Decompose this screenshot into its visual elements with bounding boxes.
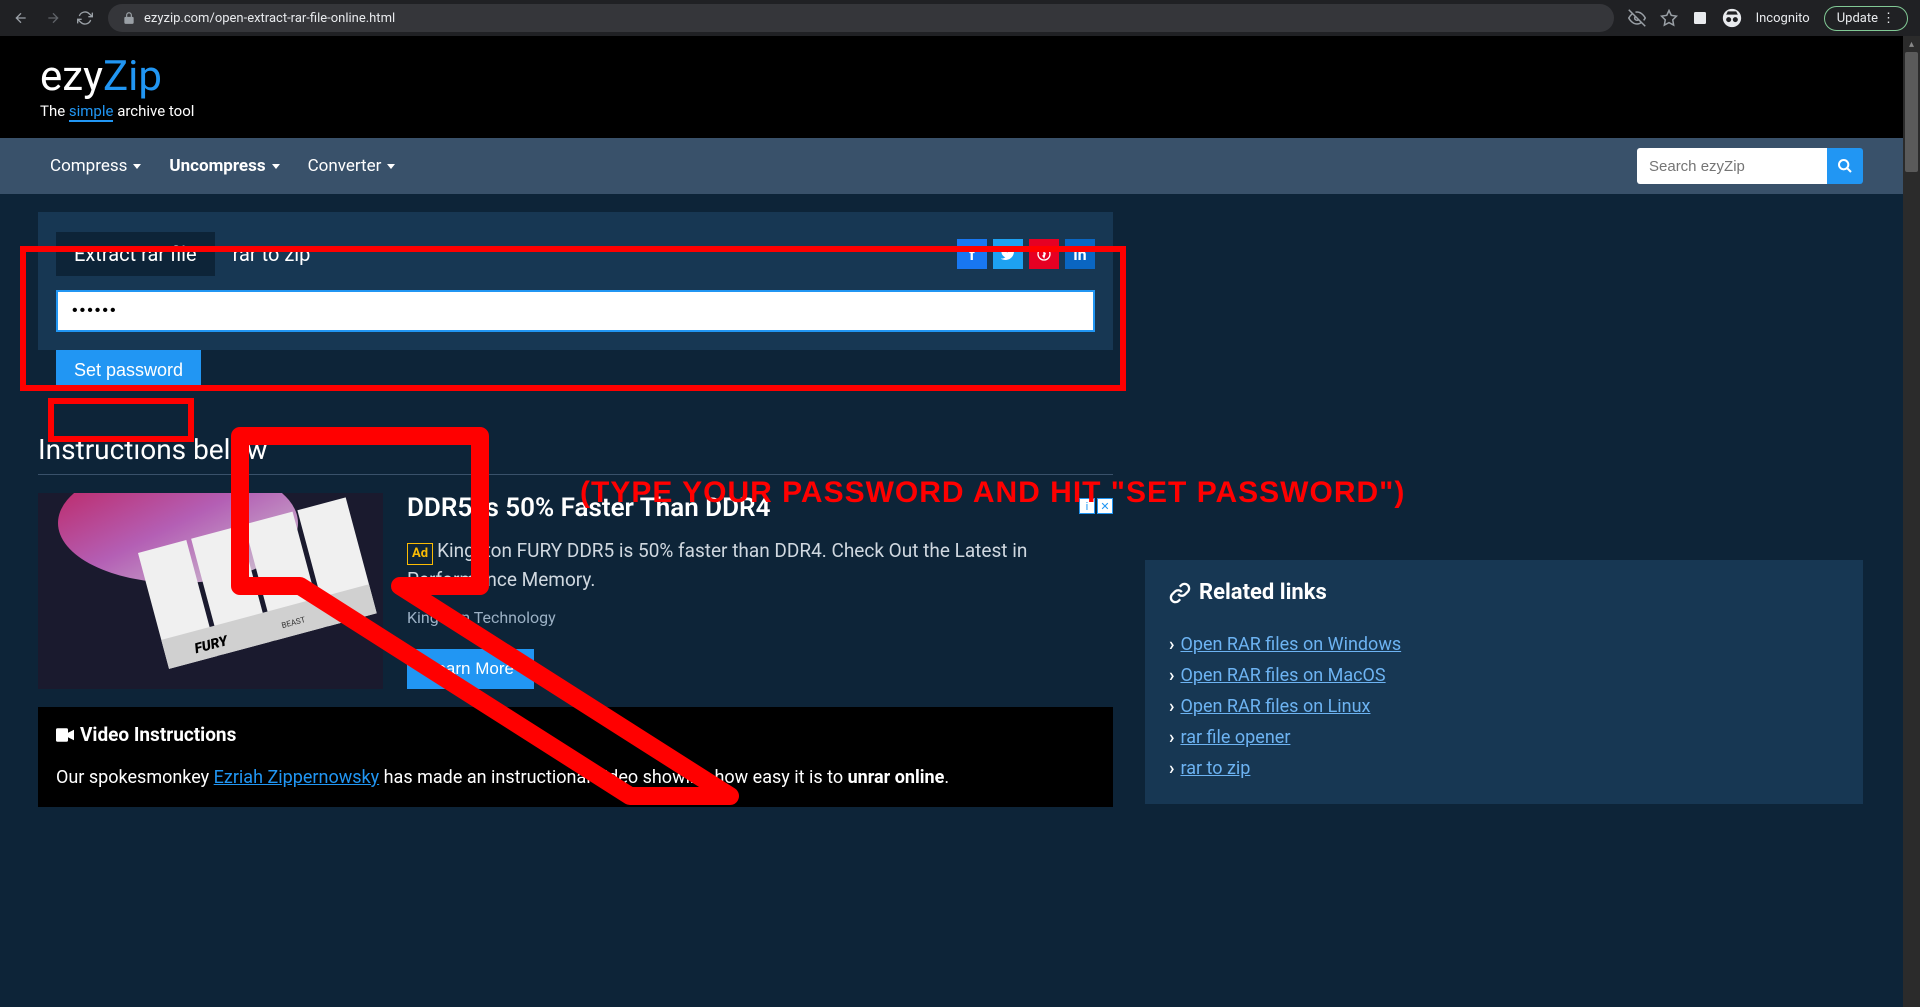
site-logo[interactable]: ezyZip <box>40 56 1903 98</box>
incognito-icon <box>1722 8 1742 28</box>
related-link[interactable]: Open RAR files on Linux <box>1180 696 1370 717</box>
star-icon[interactable] <box>1660 9 1678 27</box>
video-text: Our spokesmonkey Ezriah Zippernowsky has… <box>56 764 1095 791</box>
ad-description: Kingston FURY DDR5 is 50% faster than DD… <box>407 539 1027 591</box>
tab-rar-to-zip[interactable]: rar to zip <box>215 232 329 276</box>
ad-block: i ✕ FURY BEAST <box>38 493 1113 689</box>
link-icon <box>1169 582 1191 604</box>
chevron-right-icon: › <box>1169 727 1174 748</box>
scrollbar[interactable]: ▴ <box>1903 36 1920 1007</box>
chevron-right-icon: › <box>1169 758 1174 779</box>
chevron-right-icon: › <box>1169 634 1174 655</box>
video-heading: Video Instructions <box>56 723 1095 746</box>
scroll-up-icon: ▴ <box>1903 36 1920 52</box>
spokesmonkey-link[interactable]: Ezriah Zippernowsky <box>214 767 380 788</box>
related-item: › Open RAR files on Windows <box>1169 629 1839 660</box>
related-link[interactable]: Open RAR files on MacOS <box>1180 665 1385 686</box>
password-input[interactable] <box>56 290 1095 332</box>
tagline: The simple archive tool <box>40 102 1903 120</box>
nav-compress[interactable]: Compress <box>40 146 151 186</box>
reload-button[interactable] <box>76 9 94 27</box>
forward-button[interactable] <box>44 9 62 27</box>
facebook-icon[interactable]: f <box>957 239 987 269</box>
related-link[interactable]: rar file opener <box>1180 727 1290 748</box>
ad-badge: Ad <box>407 543 433 565</box>
tab-extract-rar[interactable]: Extract rar file <box>56 232 215 276</box>
extract-panel: Extract rar file rar to zip f in <box>38 212 1113 350</box>
chevron-right-icon: › <box>1169 696 1174 717</box>
scrollbar-thumb[interactable] <box>1905 52 1918 172</box>
main-nav: Compress Uncompress Converter <box>0 138 1903 194</box>
back-button[interactable] <box>12 9 30 27</box>
ad-brand: Kingston Technology <box>407 608 1113 627</box>
lock-icon <box>122 11 136 25</box>
chevron-down-icon <box>272 164 280 169</box>
search-button[interactable] <box>1827 148 1863 184</box>
pinterest-icon[interactable] <box>1029 239 1059 269</box>
video-icon <box>56 728 74 742</box>
ad-learn-more-button[interactable]: Learn More <box>407 649 534 689</box>
related-links-panel: Related links › Open RAR files on Windows… <box>1145 560 1863 804</box>
chevron-right-icon: › <box>1169 665 1174 686</box>
related-item: › Open RAR files on Linux <box>1169 691 1839 722</box>
url-text: ezyzip.com/open-extract-rar-file-online.… <box>144 11 395 26</box>
ad-title: DDR5 is 50% Faster Than DDR4 <box>407 493 1113 523</box>
page-content: (TYPE YOUR PASSWORD AND HIT "SET PASSWOR… <box>0 36 1903 1007</box>
related-item: › rar file opener <box>1169 722 1839 753</box>
search-input[interactable] <box>1637 148 1827 184</box>
update-button[interactable]: Update⋮ <box>1824 6 1908 31</box>
instructions-heading: Instructions below <box>38 433 1113 475</box>
twitter-icon[interactable] <box>993 239 1023 269</box>
related-item: › rar to zip <box>1169 753 1839 784</box>
linkedin-icon[interactable]: in <box>1065 239 1095 269</box>
site-header: ezyZip The simple archive tool <box>0 36 1903 138</box>
search-icon <box>1837 158 1853 174</box>
address-bar[interactable]: ezyzip.com/open-extract-rar-file-online.… <box>108 4 1614 32</box>
related-heading: Related links <box>1169 580 1839 605</box>
video-instructions-section: Video Instructions Our spokesmonkey Ezri… <box>38 707 1113 807</box>
set-password-button[interactable]: Set password <box>56 350 201 391</box>
browser-chrome: ezyzip.com/open-extract-rar-file-online.… <box>0 0 1920 36</box>
chevron-down-icon <box>133 164 141 169</box>
incognito-label: Incognito <box>1756 11 1810 26</box>
extensions-icon[interactable] <box>1692 10 1708 26</box>
related-link[interactable]: Open RAR files on Windows <box>1180 634 1401 655</box>
related-item: › Open RAR files on MacOS <box>1169 660 1839 691</box>
chevron-down-icon <box>387 164 395 169</box>
nav-uncompress[interactable]: Uncompress <box>159 146 289 186</box>
ad-image[interactable]: FURY BEAST <box>38 493 383 689</box>
nav-converter[interactable]: Converter <box>298 146 406 186</box>
related-link[interactable]: rar to zip <box>1180 758 1250 779</box>
eye-off-icon[interactable] <box>1628 9 1646 27</box>
